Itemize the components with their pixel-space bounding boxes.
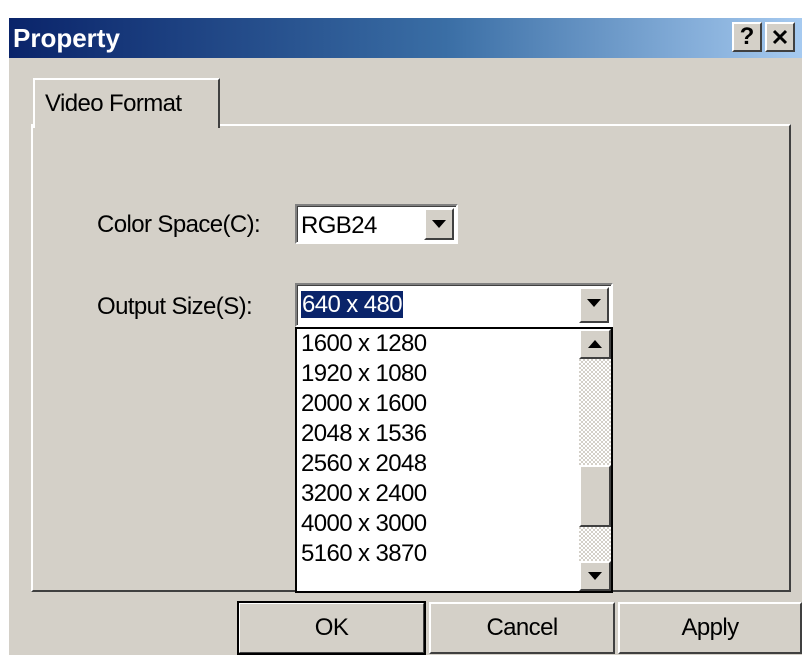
- output-size-dropdown-list[interactable]: 1600 x 1280 1920 x 1080 2000 x 1600 2048…: [295, 327, 613, 593]
- list-item[interactable]: 2048 x 1536: [301, 419, 427, 449]
- list-item[interactable]: 4000 x 3000: [301, 509, 427, 539]
- list-item[interactable]: 2560 x 2048: [301, 449, 427, 479]
- chevron-down-icon: [588, 572, 602, 580]
- tab-video-format[interactable]: Video Format: [33, 78, 220, 128]
- tab-label: Video Format: [45, 90, 182, 117]
- list-item[interactable]: 3200 x 2400: [301, 479, 427, 509]
- list-item[interactable]: 1920 x 1080: [301, 359, 427, 389]
- list-item[interactable]: 1600 x 1280: [301, 329, 427, 359]
- help-button[interactable]: ?: [732, 22, 762, 52]
- list-scrollbar[interactable]: [579, 329, 611, 591]
- window-title: Property: [13, 23, 120, 53]
- close-button[interactable]: [765, 22, 795, 52]
- property-dialog: Property ? Video Format Color Space(C): …: [9, 18, 802, 655]
- chevron-up-icon: [588, 340, 602, 348]
- close-icon: [772, 29, 788, 45]
- scroll-up-button[interactable]: [579, 329, 611, 359]
- list-item[interactable]: 5160 x 3870: [301, 539, 427, 569]
- ok-button[interactable]: OK: [237, 601, 426, 655]
- title-bar[interactable]: Property ?: [9, 18, 802, 58]
- scroll-down-button[interactable]: [579, 561, 611, 591]
- apply-button[interactable]: Apply: [618, 602, 802, 654]
- list-item[interactable]: 2000 x 1600: [301, 389, 427, 419]
- scroll-thumb[interactable]: [579, 465, 611, 527]
- cancel-button[interactable]: Cancel: [429, 602, 615, 654]
